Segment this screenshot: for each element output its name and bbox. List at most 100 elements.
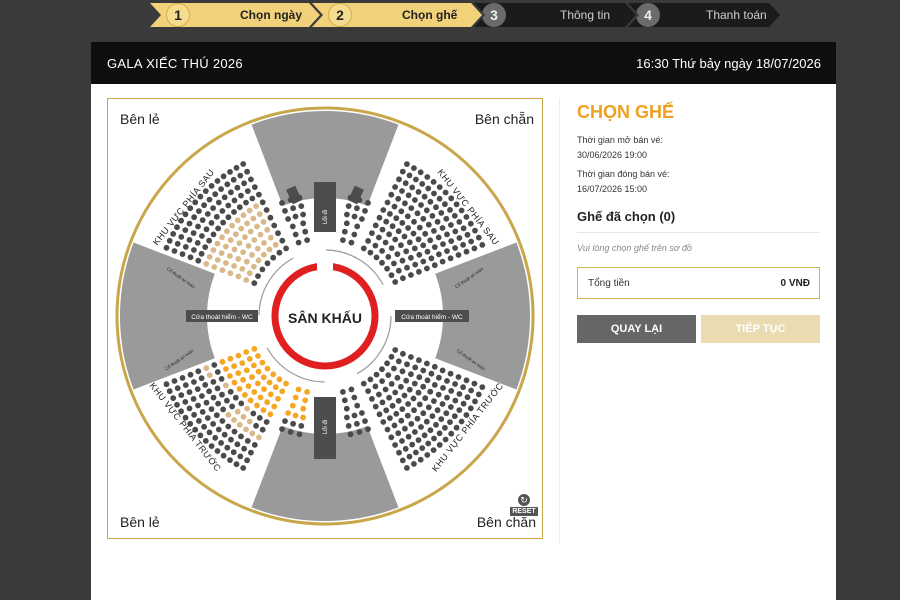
seat[interactable] [245, 243, 252, 249]
step-payment[interactable]: 4 Thanh toán [628, 3, 780, 27]
seat[interactable] [202, 382, 209, 388]
seat[interactable] [264, 365, 271, 372]
seat[interactable] [220, 452, 227, 459]
seat[interactable] [438, 416, 445, 422]
seat[interactable] [210, 394, 217, 401]
seat[interactable] [227, 457, 233, 463]
seat[interactable] [210, 205, 216, 211]
seat[interactable] [254, 380, 261, 387]
seat[interactable] [243, 277, 250, 283]
seat[interactable] [444, 231, 450, 238]
seat[interactable] [214, 240, 221, 247]
seat[interactable] [240, 465, 247, 471]
seat[interactable] [270, 371, 277, 378]
seat[interactable] [425, 221, 432, 228]
seat[interactable] [241, 180, 248, 187]
seat[interactable] [343, 405, 350, 412]
seat[interactable] [431, 435, 437, 442]
seat[interactable] [214, 257, 221, 263]
seat[interactable] [417, 456, 424, 463]
seat[interactable] [439, 401, 446, 407]
seat[interactable] [206, 196, 213, 203]
seat[interactable] [451, 212, 458, 219]
seat[interactable] [198, 250, 205, 257]
seat[interactable] [392, 236, 399, 243]
seat[interactable] [376, 411, 383, 418]
seat[interactable] [428, 255, 435, 262]
seat[interactable] [238, 400, 245, 407]
seat[interactable] [279, 237, 286, 244]
seat[interactable] [186, 237, 193, 243]
seat[interactable] [427, 427, 434, 434]
seat[interactable] [235, 370, 242, 376]
seat[interactable] [199, 409, 206, 415]
seat[interactable] [220, 173, 227, 180]
seat[interactable] [416, 374, 423, 381]
seat[interactable] [179, 251, 186, 257]
seat[interactable] [190, 230, 197, 237]
seat[interactable] [219, 391, 225, 398]
seat[interactable] [403, 248, 410, 255]
step-choose-seat[interactable]: 2 Chọn ghế [312, 3, 482, 27]
seat[interactable] [186, 405, 193, 412]
seat[interactable] [282, 208, 288, 214]
seat[interactable] [298, 423, 305, 429]
seat[interactable] [257, 231, 264, 238]
seat[interactable] [379, 248, 385, 254]
seat[interactable] [400, 275, 406, 282]
seat[interactable] [271, 403, 278, 410]
seat[interactable] [254, 223, 260, 230]
seat[interactable] [424, 377, 431, 384]
seat[interactable] [196, 418, 202, 424]
seat[interactable] [227, 253, 233, 259]
continue-button[interactable]: TIẾP TỤC [701, 315, 820, 343]
seat[interactable] [404, 361, 410, 368]
seat[interactable] [240, 413, 247, 420]
seat[interactable] [276, 249, 283, 256]
seat[interactable] [475, 391, 482, 398]
seat[interactable] [398, 383, 404, 390]
seat[interactable] [211, 362, 218, 368]
seat[interactable] [170, 231, 177, 237]
seat[interactable] [467, 220, 474, 227]
seat[interactable] [410, 230, 417, 237]
seat[interactable] [215, 400, 221, 407]
seat[interactable] [379, 378, 385, 384]
seat[interactable] [206, 254, 213, 260]
seat[interactable] [210, 421, 216, 427]
seat[interactable] [234, 441, 241, 448]
seat[interactable] [425, 440, 432, 447]
seat[interactable] [443, 215, 450, 222]
seat[interactable] [444, 378, 450, 384]
seat[interactable] [463, 248, 470, 255]
seat[interactable] [279, 388, 286, 395]
seat[interactable] [416, 268, 422, 275]
seat[interactable] [236, 386, 243, 392]
seat[interactable] [186, 220, 193, 227]
seat[interactable] [436, 184, 443, 190]
seat[interactable] [206, 429, 213, 436]
seat[interactable] [435, 391, 442, 398]
seat[interactable] [416, 401, 423, 408]
seat[interactable] [442, 189, 449, 196]
seat[interactable] [263, 419, 270, 425]
seat[interactable] [384, 265, 390, 272]
seat[interactable] [384, 426, 391, 433]
seat[interactable] [419, 445, 426, 451]
seat[interactable] [412, 261, 419, 268]
seat[interactable] [416, 251, 423, 258]
seat[interactable] [227, 270, 234, 277]
seat[interactable] [471, 245, 478, 252]
seat[interactable] [391, 422, 398, 429]
seat[interactable] [351, 394, 358, 401]
seat[interactable] [439, 367, 446, 374]
seat[interactable] [204, 211, 211, 217]
seat[interactable] [398, 417, 405, 424]
seat[interactable] [365, 426, 371, 432]
seat[interactable] [246, 207, 253, 214]
seat[interactable] [199, 393, 205, 399]
seat[interactable] [431, 244, 438, 251]
seat[interactable] [234, 217, 241, 224]
seat[interactable] [219, 208, 226, 214]
seat[interactable] [460, 400, 467, 407]
